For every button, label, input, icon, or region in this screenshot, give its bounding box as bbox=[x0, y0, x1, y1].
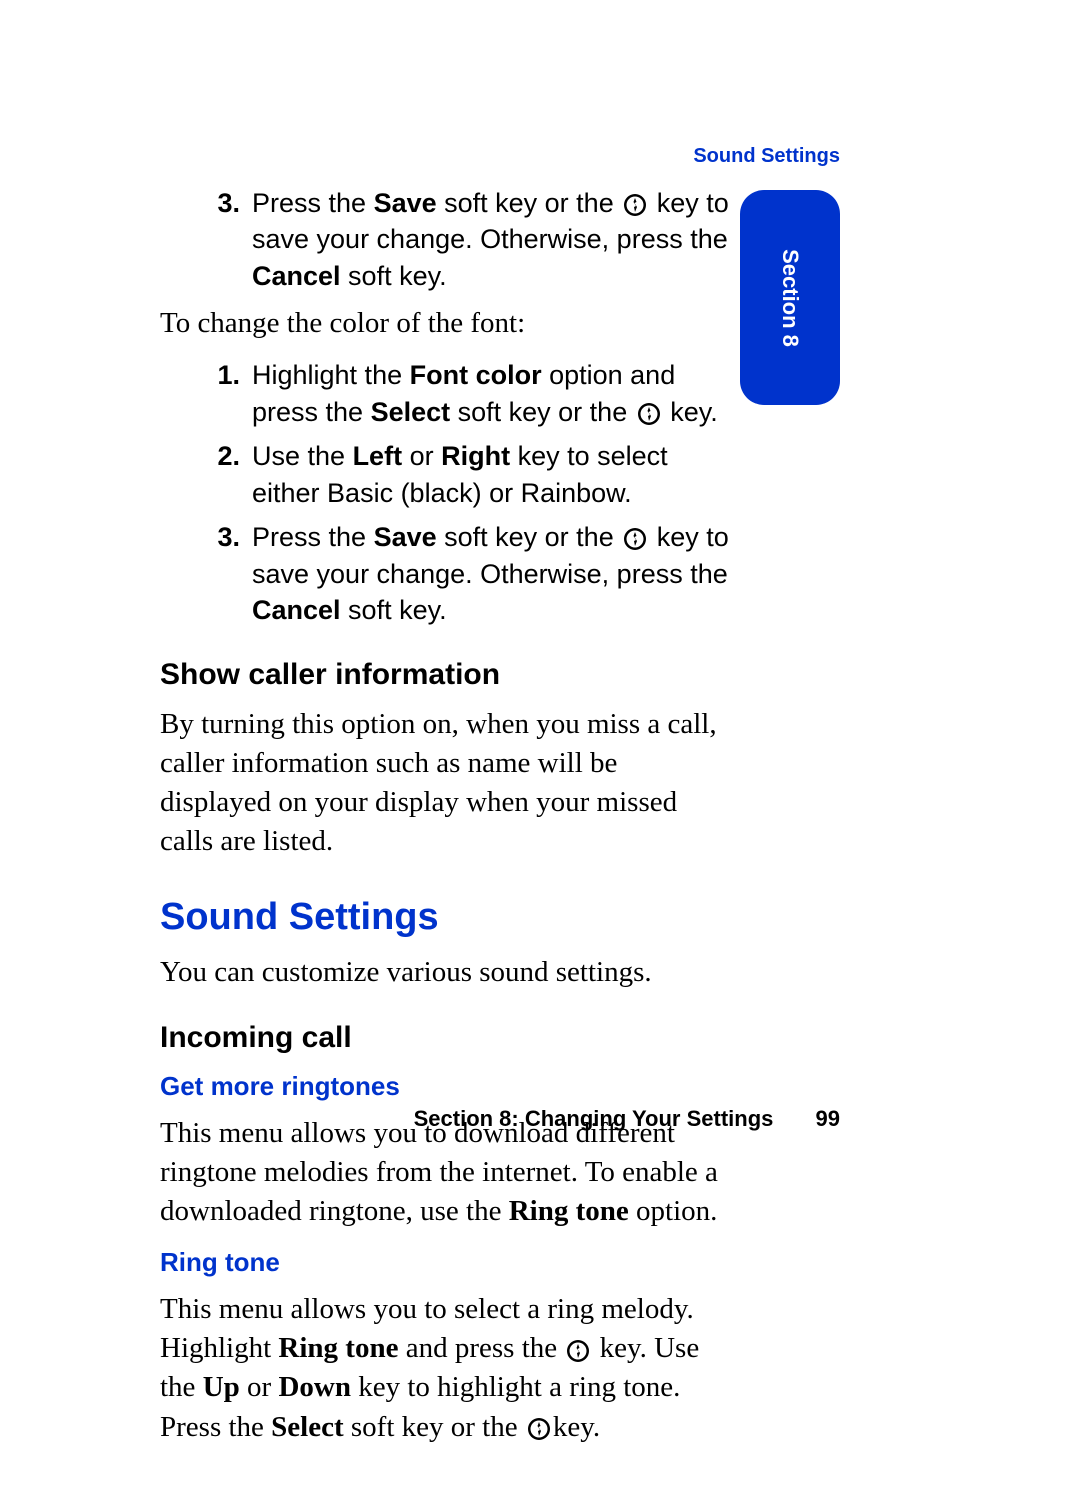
bold-text: Cancel bbox=[252, 595, 341, 625]
ring-tone-para: This menu allows you to select a ring me… bbox=[160, 1290, 730, 1447]
page-footer: Section 8: Changing Your Settings 99 bbox=[160, 1106, 840, 1132]
ordered-list-a: 3. Press the Save soft key or the key to… bbox=[160, 185, 730, 294]
bold-text: Save bbox=[374, 522, 437, 552]
text: soft key. bbox=[341, 261, 447, 291]
show-caller-para: By turning this option on, when you miss… bbox=[160, 705, 730, 862]
bold-text: Ring tone bbox=[278, 1332, 398, 1364]
list-item: 3. Press the Save soft key or the key to… bbox=[160, 185, 730, 294]
bold-text: Save bbox=[374, 188, 437, 218]
list-number: 2. bbox=[160, 438, 252, 511]
text: soft key or the bbox=[437, 188, 622, 218]
section-tab: Section 8 bbox=[740, 190, 840, 405]
ok-key-icon bbox=[566, 1339, 590, 1363]
ok-key-icon bbox=[527, 1417, 551, 1441]
heading-incoming-call: Incoming call bbox=[160, 1018, 730, 1059]
bold-text: Select bbox=[371, 397, 451, 427]
sound-settings-intro: You can customize various sound settings… bbox=[160, 953, 730, 992]
font-color-intro: To change the color of the font: bbox=[160, 304, 730, 343]
bold-text: Cancel bbox=[252, 261, 341, 291]
ok-key-icon bbox=[623, 527, 647, 551]
list-number: 3. bbox=[160, 185, 252, 294]
heading-get-more-ringtones: Get more ringtones bbox=[160, 1069, 730, 1104]
text: and press the bbox=[398, 1332, 564, 1364]
text: Use the bbox=[252, 441, 353, 471]
page: Sound Settings Section 8 3. Press the Sa… bbox=[0, 0, 1080, 1492]
text: soft key or the bbox=[344, 1411, 525, 1443]
list-item: 3. Press the Save soft key or the key to… bbox=[160, 519, 730, 628]
running-header-text: Sound Settings bbox=[693, 145, 840, 167]
list-number: 3. bbox=[160, 519, 252, 628]
text: key. bbox=[663, 397, 718, 427]
text: Press the bbox=[252, 188, 374, 218]
text: or bbox=[240, 1371, 279, 1403]
heading-sound-settings: Sound Settings bbox=[160, 892, 730, 943]
list-number: 1. bbox=[160, 357, 252, 430]
bold-text: Font color bbox=[410, 360, 542, 390]
text: or bbox=[402, 441, 441, 471]
bold-text: Ring tone bbox=[509, 1195, 629, 1227]
list-body: Press the Save soft key or the key to sa… bbox=[252, 185, 730, 294]
list-item: 1. Highlight the Font color option and p… bbox=[160, 357, 730, 430]
text: soft key or the bbox=[437, 522, 622, 552]
ordered-list-b: 1. Highlight the Font color option and p… bbox=[160, 357, 730, 628]
bold-text: Select bbox=[271, 1411, 343, 1443]
heading-ring-tone: Ring tone bbox=[160, 1245, 730, 1280]
text: Highlight the bbox=[252, 360, 410, 390]
footer-section-label: Section 8: Changing Your Settings bbox=[414, 1106, 774, 1131]
list-body: Highlight the Font color option and pres… bbox=[252, 357, 730, 430]
bold-text: Right bbox=[441, 441, 510, 471]
heading-show-caller: Show caller information bbox=[160, 655, 730, 696]
ok-key-icon bbox=[623, 193, 647, 217]
page-number: 99 bbox=[816, 1106, 840, 1132]
text: soft key. bbox=[341, 595, 447, 625]
text: Press the bbox=[252, 522, 374, 552]
ok-key-icon bbox=[637, 402, 661, 426]
section-tab-label: Section 8 bbox=[777, 249, 803, 347]
text: option. bbox=[629, 1195, 718, 1227]
text: soft key or the bbox=[450, 397, 635, 427]
bold-text: Left bbox=[353, 441, 403, 471]
list-body: Press the Save soft key or the key to sa… bbox=[252, 519, 730, 628]
list-item: 2. Use the Left or Right key to select e… bbox=[160, 438, 730, 511]
bold-text: Down bbox=[278, 1371, 351, 1403]
text: key. bbox=[553, 1411, 600, 1443]
running-header: Sound Settings bbox=[160, 145, 840, 168]
body: 3. Press the Save soft key or the key to… bbox=[160, 185, 730, 1461]
list-body: Use the Left or Right key to select eith… bbox=[252, 438, 730, 511]
bold-text: Up bbox=[203, 1371, 240, 1403]
